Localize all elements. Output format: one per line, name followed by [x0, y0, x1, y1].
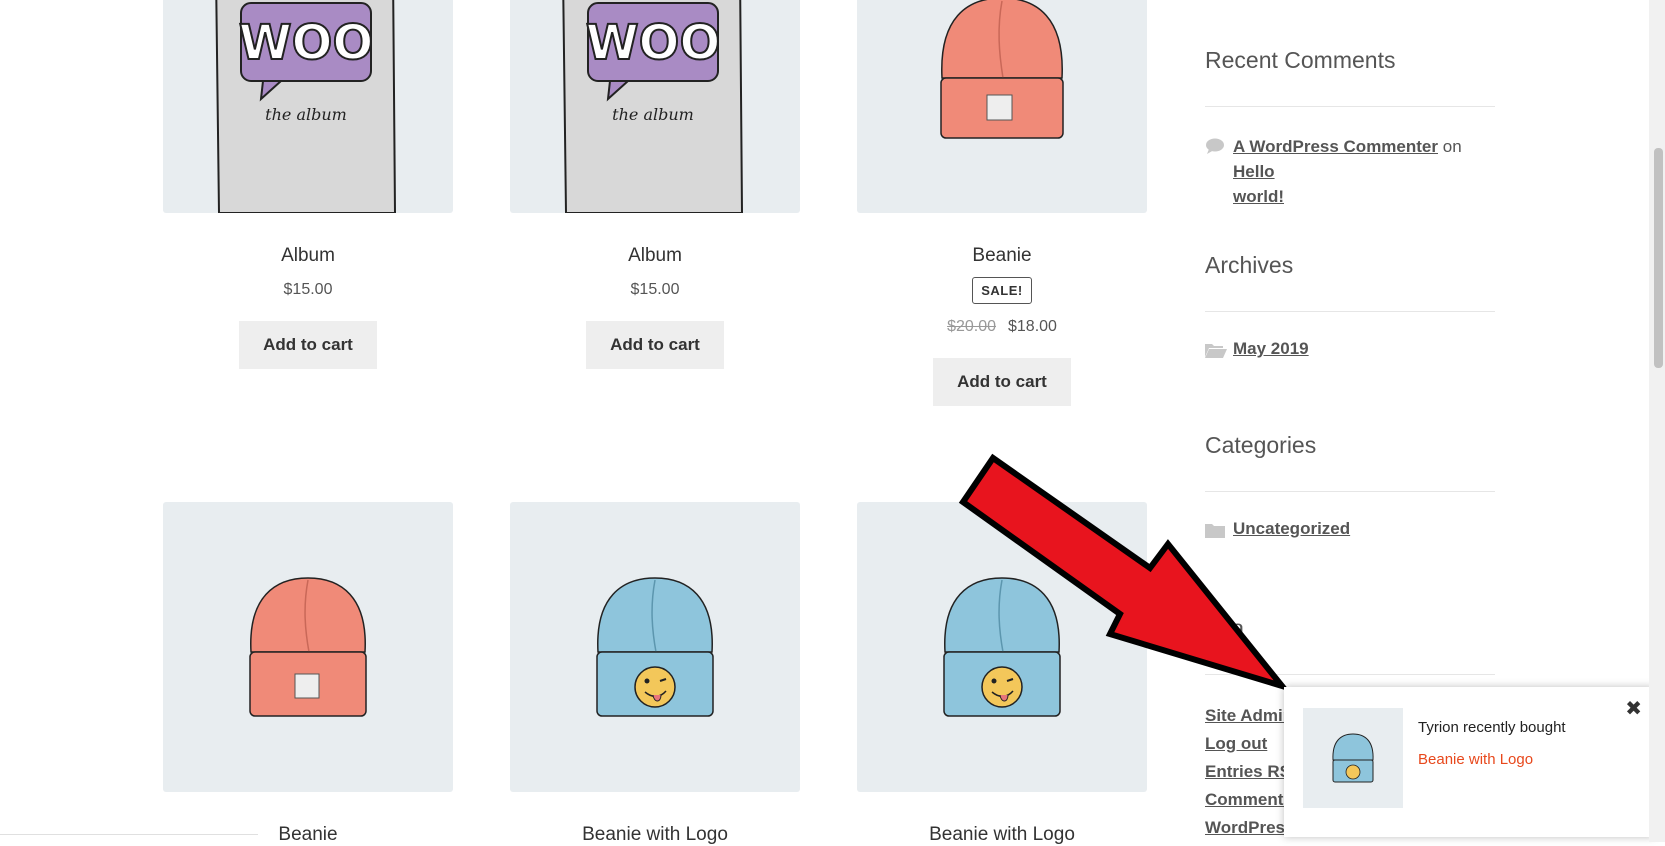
album-subtitle-text: the album [265, 105, 347, 124]
product-price: $15.00 [630, 281, 680, 298]
product-image-beanie-with-logo[interactable] [510, 502, 800, 792]
original-price: $20.00 [947, 318, 996, 335]
product-card: Beanie with Logo [510, 502, 800, 846]
comment-post-link-cont[interactable]: world! [1233, 187, 1284, 206]
meta-link-site-admin[interactable]: Site Admin [1205, 706, 1293, 725]
product-title[interactable]: Album [163, 245, 453, 267]
meta-link-comments-rss[interactable]: Comments [1205, 790, 1293, 809]
archives-heading: Archives [1205, 252, 1294, 278]
product-image-album[interactable]: WOO the album [163, 0, 453, 213]
album-brand-text: WOO [239, 15, 374, 71]
category-link[interactable]: Uncategorized [1233, 519, 1350, 538]
album-subtitle-text: the album [612, 105, 694, 124]
product-price-group: $20.00 $18.00 [857, 318, 1147, 336]
recent-purchase-popup: Tyrion recently bought Beanie with Logo … [1284, 687, 1654, 837]
product-image-beanie[interactable] [163, 502, 453, 792]
comment-connector: on [1442, 137, 1462, 156]
product-title[interactable]: Beanie with Logo [510, 824, 800, 846]
add-to-cart-button[interactable]: Add to cart [933, 358, 1071, 406]
folder-open-icon [1205, 344, 1227, 358]
product-title[interactable]: Beanie [857, 245, 1147, 267]
product-card: Beanie [163, 502, 453, 846]
comment-post-link[interactable]: Hello [1233, 162, 1275, 181]
bottom-left-edge [0, 834, 258, 835]
folder-icon [1205, 524, 1225, 538]
product-image-beanie[interactable] [857, 0, 1147, 213]
product-card: WOO the album Album $15.00 Add to cart [510, 0, 800, 369]
recent-comments-heading: Recent Comments [1205, 47, 1396, 73]
comment-author-link[interactable]: A WordPress Commenter [1233, 137, 1438, 156]
product-title[interactable]: Album [510, 245, 800, 267]
product-card: Beanie SALE! $20.00 $18.00 Add to cart [857, 0, 1147, 406]
scrollbar[interactable] [1649, 0, 1665, 842]
meta-link-log-out[interactable]: Log out [1205, 734, 1267, 753]
recent-comment-item: A WordPress Commenter on Hello world! [1205, 134, 1505, 209]
product-title[interactable]: Beanie with Logo [857, 824, 1147, 846]
divider [1205, 674, 1495, 675]
divider [1205, 311, 1495, 312]
close-icon[interactable]: ✖ [1625, 699, 1642, 719]
popup-message: Tyrion recently bought [1418, 719, 1566, 736]
product-title[interactable]: Beanie [163, 824, 453, 846]
add-to-cart-button[interactable]: Add to cart [586, 321, 724, 369]
product-card: Beanie with Logo [857, 502, 1147, 846]
meta-link-wordpress-org[interactable]: WordPress [1205, 818, 1294, 837]
divider [1205, 106, 1495, 107]
meta-heading: ta [1225, 615, 1245, 641]
add-to-cart-button[interactable]: Add to cart [239, 321, 377, 369]
scrollbar-thumb[interactable] [1654, 148, 1663, 368]
categories-heading: Categories [1205, 432, 1317, 458]
popup-product-link[interactable]: Beanie with Logo [1418, 751, 1533, 768]
archive-link[interactable]: May 2019 [1233, 339, 1309, 358]
sale-badge: SALE! [972, 277, 1032, 304]
archive-item: May 2019 [1205, 339, 1309, 359]
product-card: WOO the album Album $15.00 Add to cart [163, 0, 453, 369]
divider [1205, 491, 1495, 492]
product-image-album[interactable]: WOO the album [510, 0, 800, 213]
comment-icon [1206, 138, 1224, 154]
category-item: Uncategorized [1205, 519, 1350, 539]
product-price: $15.00 [283, 281, 333, 298]
popup-product-image[interactable] [1303, 708, 1403, 808]
album-brand-text: WOO [586, 15, 721, 71]
product-image-beanie-with-logo[interactable] [857, 502, 1147, 792]
sale-price: $18.00 [1008, 318, 1057, 335]
